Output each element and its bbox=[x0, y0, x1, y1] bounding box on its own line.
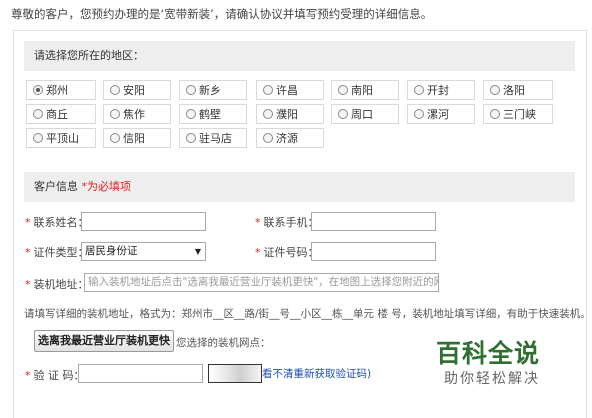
intro-text: 尊敬的客户，您预约办理的是‘宽带新装’，请确认协议并填写预约受理的详细信息。 bbox=[11, 7, 433, 21]
region-option-label: 漯河 bbox=[427, 108, 449, 121]
radio-unchecked-icon[interactable] bbox=[110, 133, 120, 143]
required-note: *为必填项 bbox=[81, 180, 132, 193]
chevron-down-icon: ▼ bbox=[194, 247, 201, 256]
region-option-label: 周口 bbox=[351, 108, 373, 121]
region-option[interactable]: 济源 bbox=[256, 128, 324, 148]
radio-unchecked-icon[interactable] bbox=[490, 109, 500, 119]
watermark-title: 百科全说 bbox=[436, 339, 541, 368]
region-option-label: 商丘 bbox=[46, 108, 68, 121]
radio-unchecked-icon[interactable] bbox=[263, 85, 273, 95]
address-label: * 装机地址： bbox=[25, 278, 89, 291]
region-option[interactable]: 漯河 bbox=[407, 104, 475, 124]
region-option-label: 洛阳 bbox=[503, 84, 525, 97]
selected-point-label: 您选择的装机网点： bbox=[176, 337, 271, 349]
radio-unchecked-icon[interactable] bbox=[186, 85, 196, 95]
radio-unchecked-icon[interactable] bbox=[338, 109, 348, 119]
radio-unchecked-icon[interactable] bbox=[263, 109, 273, 119]
region-option-label: 信阳 bbox=[123, 132, 145, 145]
id-number-label: * 证件号码： bbox=[255, 246, 319, 259]
radio-checked-icon[interactable] bbox=[33, 85, 43, 95]
region-option[interactable]: 郑州 bbox=[26, 80, 96, 100]
region-option[interactable]: 开封 bbox=[407, 80, 475, 100]
region-option-label: 济源 bbox=[276, 132, 298, 145]
contact-phone-input[interactable] bbox=[311, 212, 436, 231]
region-option[interactable]: 周口 bbox=[331, 104, 399, 124]
contact-name-input[interactable] bbox=[81, 212, 206, 231]
region-option-label: 濮阳 bbox=[276, 108, 298, 121]
radio-unchecked-icon[interactable] bbox=[263, 133, 273, 143]
id-type-select[interactable]: 居民身份证 ▼ bbox=[81, 242, 206, 261]
region-option[interactable]: 信阳 bbox=[103, 128, 171, 148]
watermark-logo: 百科全说 助你轻松解决 bbox=[430, 334, 570, 394]
region-option-label: 鹤壁 bbox=[199, 108, 221, 121]
radio-unchecked-icon[interactable] bbox=[338, 85, 348, 95]
region-option-label: 南阳 bbox=[351, 84, 373, 97]
region-option-label: 许昌 bbox=[276, 84, 298, 97]
contact-phone-label: * 联系手机： bbox=[255, 216, 319, 229]
customer-section-header: 客户信息 *为必填项 bbox=[24, 172, 575, 202]
customer-section-title: 客户信息 bbox=[34, 180, 78, 193]
region-option-label: 新乡 bbox=[199, 84, 221, 97]
radio-unchecked-icon[interactable] bbox=[33, 109, 43, 119]
region-option[interactable]: 平顶山 bbox=[26, 128, 96, 148]
region-option-label: 平顶山 bbox=[46, 132, 79, 145]
captcha-label: * 验 证 码： bbox=[25, 369, 85, 382]
region-option[interactable]: 南阳 bbox=[331, 80, 399, 100]
radio-unchecked-icon[interactable] bbox=[186, 109, 196, 119]
captcha-refresh-link[interactable]: 看不清重新获取验证码) bbox=[262, 366, 371, 381]
radio-unchecked-icon[interactable] bbox=[414, 85, 424, 95]
region-option-label: 焦作 bbox=[123, 108, 145, 121]
id-number-input[interactable] bbox=[311, 242, 436, 261]
region-option-label: 三门峡 bbox=[503, 108, 536, 121]
captcha-image[interactable] bbox=[208, 364, 262, 383]
region-option-label: 驻马店 bbox=[199, 132, 232, 145]
radio-unchecked-icon[interactable] bbox=[186, 133, 196, 143]
watermark-subtitle: 助你轻松解决 bbox=[444, 371, 540, 387]
region-option[interactable]: 许昌 bbox=[256, 80, 324, 100]
id-type-label: * 证件类型： bbox=[25, 246, 89, 259]
address-input[interactable]: 输入装机地址后点击"选离我最近营业厅装机更快"，在地图上选择您附近的网点 bbox=[84, 273, 439, 292]
radio-unchecked-icon[interactable] bbox=[490, 85, 500, 95]
radio-unchecked-icon[interactable] bbox=[33, 133, 43, 143]
region-option[interactable]: 三门峡 bbox=[483, 104, 553, 124]
region-option[interactable]: 焦作 bbox=[103, 104, 171, 124]
radio-unchecked-icon[interactable] bbox=[110, 109, 120, 119]
radio-unchecked-icon[interactable] bbox=[414, 109, 424, 119]
region-section-header: 请选择您所在的地区： bbox=[24, 41, 575, 71]
captcha-input[interactable] bbox=[78, 364, 203, 383]
region-section-title: 请选择您所在的地区： bbox=[34, 49, 144, 62]
region-option[interactable]: 濮阳 bbox=[256, 104, 324, 124]
region-option[interactable]: 洛阳 bbox=[483, 80, 553, 100]
contact-name-label: * 联系姓名： bbox=[25, 216, 89, 229]
region-option-label: 安阳 bbox=[123, 84, 145, 97]
region-option[interactable]: 新乡 bbox=[179, 80, 247, 100]
region-option[interactable]: 鹤壁 bbox=[179, 104, 247, 124]
region-option[interactable]: 安阳 bbox=[103, 80, 171, 100]
address-hint: 请填写详细的装机地址，格式为：郑州市__区__路/街__号__小区__栋__单元… bbox=[24, 308, 591, 320]
nearest-hall-button[interactable]: 选离我最近营业厅装机更快 bbox=[34, 330, 174, 352]
region-option[interactable]: 驻马店 bbox=[179, 128, 247, 148]
region-option[interactable]: 商丘 bbox=[26, 104, 96, 124]
radio-unchecked-icon[interactable] bbox=[110, 85, 120, 95]
region-option-label: 开封 bbox=[427, 84, 449, 97]
region-option-label: 郑州 bbox=[46, 84, 68, 97]
